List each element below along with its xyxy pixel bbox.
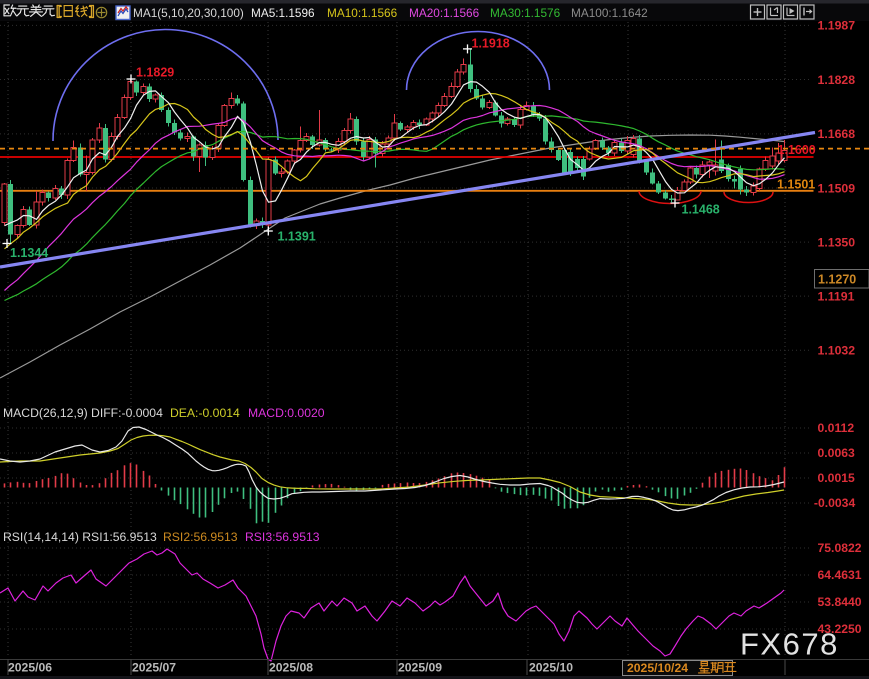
svg-text:1.1600: 1.1600 xyxy=(778,143,816,157)
svg-text:MA1(5,10,20,30,100): MA1(5,10,20,30,100) xyxy=(133,6,244,20)
svg-text:RSI3:56.9513: RSI3:56.9513 xyxy=(245,530,320,544)
svg-text:1.1344: 1.1344 xyxy=(10,246,48,260)
svg-text:0.0063: 0.0063 xyxy=(818,446,855,460)
svg-text:1.1350: 1.1350 xyxy=(818,235,856,249)
svg-text:1.1191: 1.1191 xyxy=(818,289,855,303)
svg-text:2025/08: 2025/08 xyxy=(269,661,313,675)
svg-text:2025/07: 2025/07 xyxy=(132,661,176,675)
svg-text:MA10:1.1566: MA10:1.1566 xyxy=(327,6,398,20)
svg-text:FX678: FX678 xyxy=(740,627,839,662)
svg-text:0.0015: 0.0015 xyxy=(818,471,855,485)
svg-text:64.4631: 64.4631 xyxy=(818,568,862,582)
svg-text:53.8440: 53.8440 xyxy=(818,595,862,609)
svg-text:75.0822: 75.0822 xyxy=(818,541,862,555)
svg-text:1.1509: 1.1509 xyxy=(818,181,856,195)
svg-text:1.1918: 1.1918 xyxy=(472,37,510,51)
svg-text:DEA:-0.0014: DEA:-0.0014 xyxy=(170,406,240,420)
svg-text:1.1032: 1.1032 xyxy=(818,344,856,358)
svg-text:0.0112: 0.0112 xyxy=(818,421,855,435)
svg-text:1.1501: 1.1501 xyxy=(777,177,815,191)
svg-text:1.1270: 1.1270 xyxy=(818,273,856,287)
svg-text:1.1668: 1.1668 xyxy=(818,127,856,141)
svg-text:2025/09: 2025/09 xyxy=(398,661,442,675)
svg-text:RSI2:56.9513: RSI2:56.9513 xyxy=(163,530,238,544)
svg-text:2025/10/24: 2025/10/24 xyxy=(627,661,688,675)
svg-text:2025/06: 2025/06 xyxy=(8,661,52,675)
svg-text:1.1828: 1.1828 xyxy=(818,73,856,87)
svg-text:MACD:0.0020: MACD:0.0020 xyxy=(248,406,325,420)
svg-text:1.1391: 1.1391 xyxy=(278,230,316,244)
svg-text:MACD(26,12,9) DIFF:-0.0004: MACD(26,12,9) DIFF:-0.0004 xyxy=(3,406,163,420)
svg-text:MA20:1.1566: MA20:1.1566 xyxy=(409,6,480,20)
svg-text:RSI(14,14,14) RSI1:56.9513: RSI(14,14,14) RSI1:56.9513 xyxy=(3,530,157,544)
svg-text:-0.0034: -0.0034 xyxy=(814,496,856,510)
svg-text:1.1468: 1.1468 xyxy=(682,203,720,217)
svg-text:1.1829: 1.1829 xyxy=(136,66,174,80)
svg-text:MA30:1.1576: MA30:1.1576 xyxy=(490,6,561,20)
svg-text:MA100:1.1642: MA100:1.1642 xyxy=(571,6,648,20)
svg-text:2025/10: 2025/10 xyxy=(529,661,573,675)
svg-text:MA5:1.1596: MA5:1.1596 xyxy=(251,6,315,20)
